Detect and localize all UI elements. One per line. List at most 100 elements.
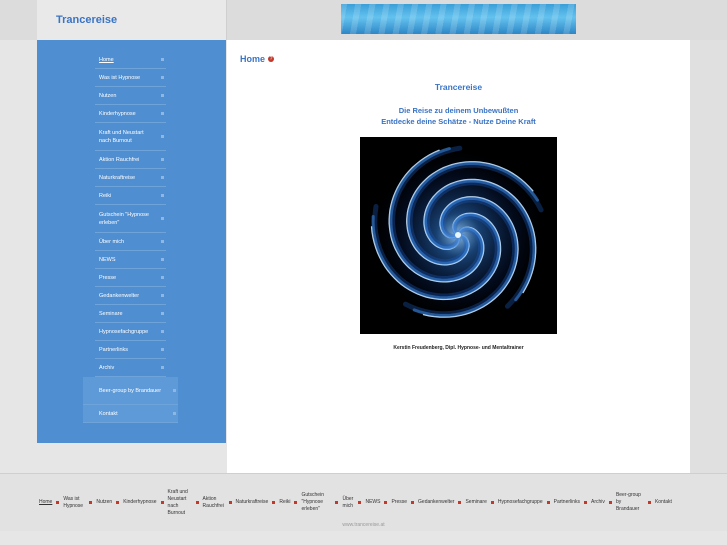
spiral-image — [360, 137, 557, 334]
separator-icon — [490, 501, 494, 504]
help-icon[interactable]: ? — [268, 56, 274, 62]
footer-link[interactable]: Gutschein "Hypnose erleben" — [301, 492, 342, 513]
footer-link[interactable]: Beer-group by Brandauer — [616, 492, 655, 513]
sidebar-item[interactable]: Aktion Rauchfrei — [95, 151, 166, 169]
footer-link[interactable]: Gedankenwelter — [418, 499, 465, 506]
separator-icon — [56, 501, 60, 504]
sidebar-item-label: Kontakt — [99, 410, 118, 417]
sidebar-item[interactable]: Presse — [95, 269, 166, 287]
footer: Home Was ist Hypnose Nutzen Kinderhypnose Kr… — [0, 473, 727, 531]
footer-link-label: Kinderhypnose — [123, 499, 157, 505]
sidebar-item[interactable]: Home — [95, 51, 166, 69]
sidebar-item[interactable]: Nutzen — [95, 87, 166, 105]
sidebar-item[interactable]: Beer-group by Brandauer — [83, 377, 178, 405]
sidebar-item[interactable]: Gedankenwelter — [95, 287, 166, 305]
footer-link-label: Gutschein "Hypnose erleben" — [301, 492, 324, 512]
sidebar-nav: Home Was ist Hypnose Nutzen Kinderhypnose Kr… — [83, 51, 178, 423]
separator-icon — [228, 501, 232, 504]
header-banner-image — [341, 4, 576, 34]
sidebar-item-label: NEWS — [99, 256, 116, 263]
sidebar-item-label: Seminare — [99, 310, 123, 317]
footer-link[interactable]: Seminare — [465, 499, 497, 506]
sidebar-item-label: Home — [99, 56, 114, 63]
footer-link-label: Home — [39, 499, 53, 505]
site-title[interactable]: Trancereise — [56, 14, 117, 26]
copyright: www.trancereise.at — [342, 522, 385, 528]
sidebar-item[interactable]: Reiki — [95, 187, 166, 205]
right-band — [690, 40, 727, 473]
footer-link[interactable]: Home — [39, 499, 63, 506]
sidebar-item[interactable]: Kinderhypnose — [95, 105, 166, 123]
sidebar-item-label: Über mich — [99, 238, 125, 245]
footer-link[interactable]: Kinderhypnose — [123, 499, 167, 506]
bullet-icon — [161, 217, 164, 220]
main-content: Home ? Trancereise Die Reise zu deinem U… — [227, 40, 690, 473]
footer-link[interactable]: Was ist Hypnose — [63, 496, 96, 510]
bullet-icon — [161, 94, 164, 97]
sidebar-item-label: Nutzen — [99, 92, 117, 99]
footer-link-label: Gedankenwelter — [418, 499, 455, 505]
footer-link-label: Reiki — [279, 499, 291, 505]
footer-link-label: Nutzen — [96, 499, 113, 505]
separator-icon — [584, 501, 588, 504]
footer-link-label: NEWS — [365, 499, 381, 505]
footer-link-label: Archiv — [591, 499, 605, 505]
sidebar-item-label: Beer-group by Brandauer — [99, 387, 162, 394]
sidebar-item[interactable]: Gutschein "Hypnose erleben" — [95, 205, 166, 233]
bullet-icon — [161, 330, 164, 333]
bullet-icon — [161, 194, 164, 197]
sidebar-item[interactable]: Hypnosefachgruppe — [95, 323, 166, 341]
footer-link-label: Partnerlinks — [553, 499, 581, 505]
bullet-icon — [161, 240, 164, 243]
separator-icon — [358, 501, 362, 504]
bullet-icon — [173, 412, 176, 415]
bullet-icon — [161, 58, 164, 61]
footer-link[interactable]: Kontakt — [655, 499, 672, 506]
footer-link[interactable]: NEWS — [365, 499, 391, 506]
bullet-icon — [161, 294, 164, 297]
footer-link-label: Über mich — [342, 495, 354, 509]
separator-icon — [458, 501, 462, 504]
separator-icon — [608, 501, 612, 504]
footer-link[interactable]: Aktion Rauchfrei — [203, 496, 236, 510]
sidebar-item[interactable]: Was ist Hypnose — [95, 69, 166, 87]
footer-link-label: Kraft und Neustart nach Burnout — [167, 488, 188, 516]
bullet-icon — [161, 276, 164, 279]
separator-icon — [89, 501, 93, 504]
footer-link[interactable]: Kraft und Neustart nach Burnout — [168, 489, 203, 517]
bullet-icon — [161, 312, 164, 315]
footer-link[interactable]: Presse — [391, 499, 418, 506]
footer-link[interactable]: Nutzen — [96, 499, 123, 506]
content-heading: Trancereise — [434, 82, 483, 92]
footer-link[interactable]: Hypnosefachgruppe — [498, 499, 554, 506]
sidebar-item[interactable]: Partnerlinks — [95, 341, 166, 359]
sidebar-item[interactable]: Über mich — [95, 233, 166, 251]
sidebar-item-label: Archiv — [99, 364, 115, 371]
header-band: Trancereise — [0, 0, 727, 40]
footer-link[interactable]: Partnerlinks — [554, 499, 591, 506]
footer-link[interactable]: Über mich — [342, 496, 365, 510]
sidebar-item-label: Hypnosefachgruppe — [99, 328, 149, 335]
sidebar-item[interactable]: Kontakt — [83, 405, 178, 423]
footer-link-label: Naturkraftreise — [235, 499, 269, 505]
sidebar-item[interactable]: NEWS — [95, 251, 166, 269]
content-subheading-2: Entdecke deine Schätze - Nutze Deine Kra… — [381, 117, 536, 126]
separator-icon — [272, 501, 276, 504]
sidebar-item[interactable]: Kraft und Neustart nach Burnout — [95, 123, 166, 151]
sidebar-item-label: Reiki — [99, 192, 112, 199]
sidebar-item[interactable]: Naturkraftreise — [95, 169, 166, 187]
bullet-icon — [173, 389, 176, 392]
sidebar-item[interactable]: Seminare — [95, 305, 166, 323]
footer-link-label: Hypnosefachgruppe — [497, 499, 543, 505]
bullet-icon — [161, 158, 164, 161]
sidebar-item[interactable]: Archiv — [95, 359, 166, 377]
separator-icon — [195, 501, 199, 504]
separator-icon — [384, 501, 388, 504]
footer-link[interactable]: Naturkraftreise — [236, 499, 280, 506]
sidebar-item-label: Kinderhypnose — [99, 110, 136, 117]
footer-link[interactable]: Reiki — [279, 499, 301, 506]
bullet-icon — [161, 366, 164, 369]
footer-link[interactable]: Archiv — [591, 499, 616, 506]
separator-icon — [411, 501, 415, 504]
separator-icon — [335, 501, 339, 504]
